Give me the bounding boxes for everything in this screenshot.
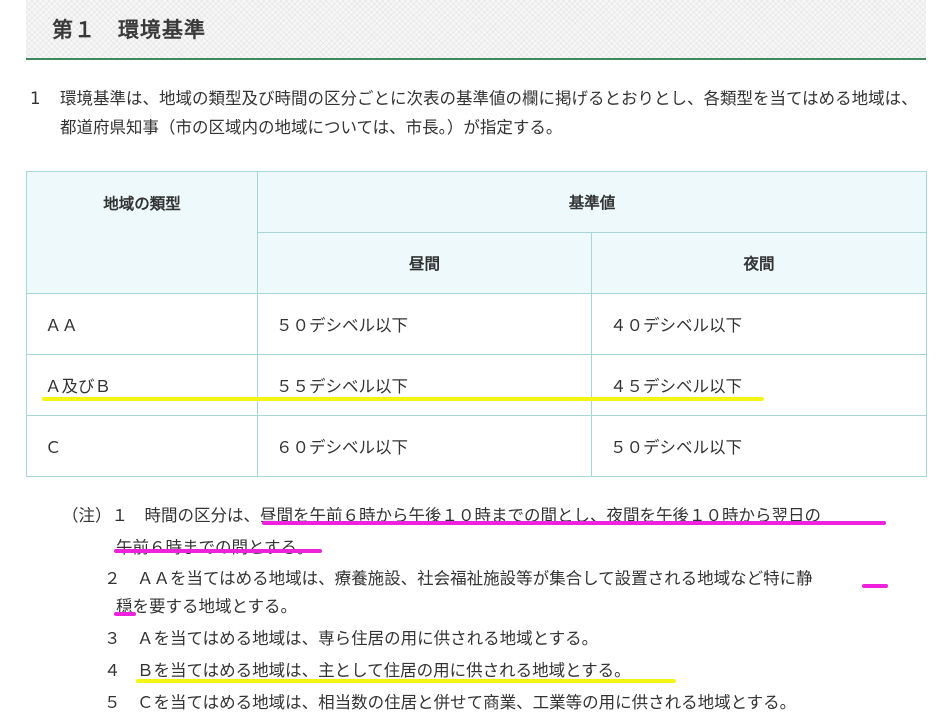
intro-text: 環境基準は、地域の類型及び時間の区分ごとに次表の基準値の欄に掲げるとおりとし、各… (60, 89, 918, 137)
note-2-number: ２ (104, 569, 121, 588)
note-3-number: ３ (104, 629, 121, 648)
row-day-value: ５５デシベル以下 (257, 354, 592, 416)
highlight-note-4 (136, 679, 676, 683)
intro-paragraph: 1 環境基準は、地域の類型及び時間の区分ごとに次表の基準値の欄に掲げるとおりとし… (30, 84, 926, 142)
header-daytime: 昼間 (257, 232, 592, 294)
note-4: ４ Ｂを当てはめる地域は、主として住居の用に供される地域とする。 (104, 657, 631, 681)
highlight-row-a-b (42, 397, 764, 401)
note-1-text-a: 時間の区分は、 (144, 506, 261, 525)
header-standard-value: 基準値 (256, 171, 928, 233)
highlight-note-2-end (862, 584, 888, 588)
highlight-note-2-start (114, 612, 136, 616)
row-day-value: ６０デシベル以下 (257, 415, 592, 477)
intro-number: 1 (30, 89, 41, 108)
highlight-note-1-line-1 (262, 521, 886, 525)
table-row: Ｃ ６０デシベル以下 ５０デシベル以下 (26, 415, 928, 477)
note-3: ３ Ａを当てはめる地域は、専ら住居の用に供される地域とする。 (104, 625, 598, 649)
table-row: Ａ及びＢ ５５デシベル以下 ４５デシベル以下 (26, 354, 928, 416)
note-5-text: Ｃを当てはめる地域は、相当数の住居と併せて商業、工業等の用に供される地域とする。 (137, 693, 797, 712)
row-type: Ａ及びＢ (26, 354, 258, 416)
note-2-text-b: 穏を要する地域とする。 (116, 597, 298, 616)
note-1-cont: 午前６時までの間とする。 (116, 534, 314, 558)
row-night-value: ４０デシベル以下 (590, 293, 928, 355)
note-2-text-a: ＡＡを当てはめる地域は、療養施設、社会福祉施設等が集合して設置される地域など特に… (137, 569, 813, 588)
row-night-value: ４５デシベル以下 (590, 354, 928, 416)
header-area-type: 地域の類型 (26, 171, 258, 294)
note-3-text: Ａを当てはめる地域は、専ら住居の用に供される地域とする。 (137, 629, 599, 648)
notes-prefix: （注）１ (62, 506, 128, 525)
note-5-number: ５ (104, 693, 121, 712)
note-2: ２ ＡＡを当てはめる地域は、療養施設、社会福祉施設等が集合して設置される地域など… (104, 565, 813, 589)
note-4-number: ４ (104, 661, 121, 680)
section-header: 第１ 環境基準 (26, 0, 926, 60)
note-4-text: Ｂを当てはめる地域は、主として住居の用に供される地域とする。 (137, 661, 631, 680)
row-day-value: ５０デシベル以下 (257, 293, 592, 355)
highlight-note-1-line-2 (114, 549, 322, 553)
section-title: 第１ 環境基準 (52, 18, 206, 42)
row-type: Ｃ (26, 415, 258, 477)
table-row: ＡＡ ５０デシベル以下 ４０デシベル以下 (26, 293, 928, 355)
row-night-value: ５０デシベル以下 (590, 415, 928, 477)
note-5: ５ Ｃを当てはめる地域は、相当数の住居と併せて商業、工業等の用に供される地域とす… (104, 689, 796, 713)
note-1-text-c: 午前６時までの間とする。 (116, 538, 314, 557)
note-2-cont: 穏を要する地域とする。 (116, 593, 297, 617)
row-type: ＡＡ (26, 293, 258, 355)
standards-table: 地域の類型 基準値 昼間 夜間 ＡＡ ５０デシベル以下 ４０デシベル以下 Ａ及び… (26, 171, 928, 477)
header-nighttime: 夜間 (590, 232, 928, 294)
